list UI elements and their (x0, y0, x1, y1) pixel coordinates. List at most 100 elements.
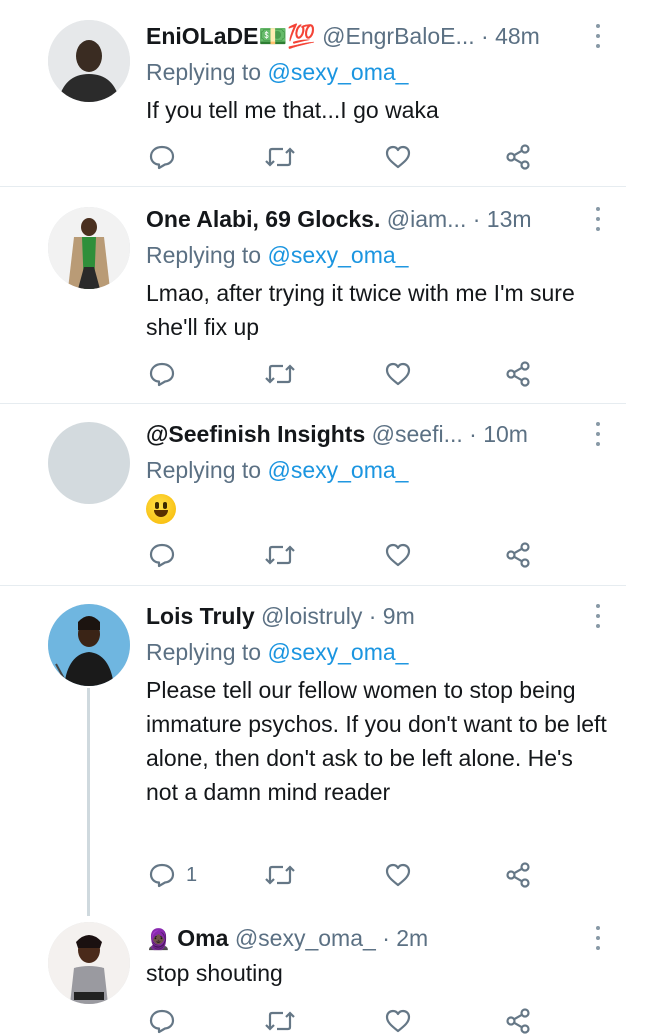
reply-button[interactable] (148, 540, 186, 570)
replying-to-label: Replying to (146, 59, 262, 85)
user-emoji: 🧕🏿 (146, 929, 171, 951)
replying-to-label: Replying to (146, 242, 262, 268)
share-button[interactable] (504, 540, 532, 570)
reply-icon (149, 863, 175, 888)
retweet-button[interactable] (264, 860, 296, 890)
display-name[interactable]: Lois Truly (146, 603, 255, 629)
share-button[interactable] (504, 359, 532, 389)
like-icon (385, 1009, 411, 1033)
more-icon[interactable] (594, 926, 602, 950)
reply-icon (149, 543, 175, 568)
action-bar (0, 359, 654, 389)
tweet-header: EniOLaDE💵💯 @EngrBaloE... · 48m (146, 20, 614, 52)
reply-button[interactable] (148, 142, 186, 172)
tweet-header: 🧕🏿 Oma @sexy_oma_ · 2m (146, 922, 614, 954)
mention-link[interactable]: @sexy_oma_ (267, 639, 408, 665)
tweet-5[interactable]: 🧕🏿 Oma @sexy_oma_ · 2m stop shouting (0, 916, 654, 1035)
share-icon (506, 1008, 530, 1034)
like-button[interactable] (384, 540, 412, 570)
share-button[interactable] (504, 860, 532, 890)
grinning-face-emoji (146, 494, 176, 524)
like-icon (385, 145, 411, 169)
display-name[interactable]: One Alabi, 69 Glocks. (146, 206, 380, 232)
share-icon (506, 144, 530, 170)
tweet-3[interactable]: @Seefinish Insights @seefi... · 10m Repl… (0, 404, 654, 586)
replying-to-label: Replying to (146, 457, 262, 483)
separator-dot: · (382, 925, 390, 951)
tweet-4[interactable]: Lois Truly @loistruly · 9m Replying to @… (0, 586, 654, 916)
tweet-header: One Alabi, 69 Glocks. @iam... · 13m (146, 203, 614, 235)
like-button[interactable] (384, 860, 412, 890)
reply-icon (149, 145, 175, 170)
like-icon (385, 543, 411, 567)
action-bar (0, 142, 654, 172)
user-handle[interactable]: @sexy_oma_ (235, 925, 376, 951)
reply-icon (149, 362, 175, 387)
mention-link[interactable]: @sexy_oma_ (267, 59, 408, 85)
timestamp[interactable]: 48m (495, 23, 540, 49)
retweet-button[interactable] (264, 540, 296, 570)
retweet-icon (265, 865, 295, 885)
retweet-icon (265, 1011, 295, 1031)
separator-dot: · (368, 603, 377, 629)
share-button[interactable] (504, 142, 532, 172)
user-handle[interactable]: @loistruly (261, 603, 362, 629)
reply-button[interactable]: 1 (148, 860, 197, 890)
display-name[interactable]: Oma (177, 925, 228, 951)
avatar[interactable] (48, 20, 130, 102)
retweet-icon (265, 147, 295, 167)
like-icon (385, 863, 411, 887)
retweet-button[interactable] (264, 1006, 296, 1036)
share-icon (506, 862, 530, 888)
reply-button[interactable] (148, 1006, 186, 1036)
retweet-button[interactable] (264, 142, 296, 172)
mention-link[interactable]: @sexy_oma_ (267, 242, 408, 268)
like-button[interactable] (384, 142, 412, 172)
separator-dot: · (481, 23, 489, 49)
tweet-text: If you tell me that...I go waka (146, 97, 439, 123)
share-icon (506, 361, 530, 387)
retweet-icon (265, 364, 295, 384)
tweet-text: Please tell our fellow women to stop bei… (146, 677, 607, 805)
tweet-text: stop shouting (146, 960, 283, 986)
replying-to: Replying to @sexy_oma_ (146, 454, 408, 486)
action-bar: 1 (0, 860, 654, 890)
more-icon[interactable] (594, 24, 602, 48)
timestamp[interactable]: 9m (383, 603, 415, 629)
tweet-header: @Seefinish Insights @seefi... · 10m (146, 418, 614, 450)
share-button[interactable] (504, 1006, 532, 1036)
display-name[interactable]: EniOLaDE💵💯 (146, 23, 316, 49)
user-handle[interactable]: @EngrBaloE... (322, 23, 474, 49)
timestamp[interactable]: 10m (483, 421, 528, 447)
mention-link[interactable]: @sexy_oma_ (267, 457, 408, 483)
tweet-text (146, 494, 616, 533)
tweet-header: Lois Truly @loistruly · 9m (146, 600, 614, 632)
reply-button[interactable] (148, 359, 186, 389)
reply-icon (149, 1009, 175, 1034)
more-icon[interactable] (594, 604, 602, 628)
action-bar (0, 540, 654, 570)
tweet-1[interactable]: EniOLaDE💵💯 @EngrBaloE... · 48m Replying … (0, 0, 654, 187)
like-button[interactable] (384, 1006, 412, 1036)
like-icon (385, 362, 411, 386)
retweet-button[interactable] (264, 359, 296, 389)
avatar[interactable] (48, 207, 130, 289)
timestamp[interactable]: 13m (487, 206, 532, 232)
user-handle[interactable]: @iam... (387, 206, 467, 232)
tweet-2[interactable]: One Alabi, 69 Glocks. @iam... · 13m Repl… (0, 187, 654, 404)
like-button[interactable] (384, 359, 412, 389)
user-handle[interactable]: @seefi... (372, 421, 463, 447)
more-icon[interactable] (594, 422, 602, 446)
retweet-icon (265, 545, 295, 565)
avatar[interactable] (48, 422, 130, 504)
timestamp[interactable]: 2m (396, 925, 428, 951)
reply-count: 1 (186, 863, 198, 886)
more-icon[interactable] (594, 207, 602, 231)
display-name[interactable]: @Seefinish Insights (146, 421, 365, 447)
action-bar (0, 1006, 654, 1036)
replying-to: Replying to @sexy_oma_ (146, 56, 408, 88)
replying-to: Replying to @sexy_oma_ (146, 636, 408, 668)
tweet-text: Lmao, after trying it twice with me I'm … (146, 280, 575, 340)
avatar[interactable] (48, 604, 130, 686)
avatar[interactable] (48, 922, 130, 1004)
